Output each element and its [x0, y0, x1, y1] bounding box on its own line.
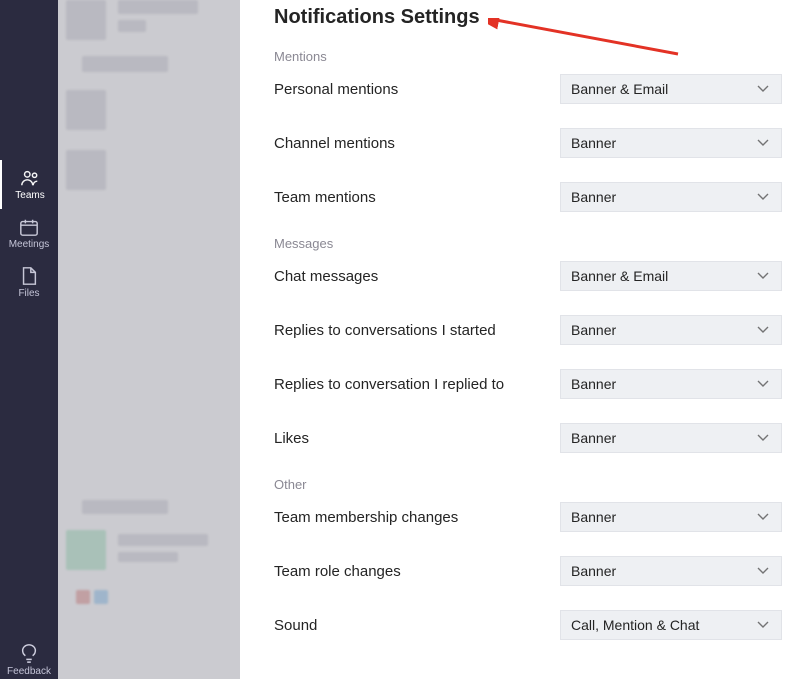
- file-icon: [18, 266, 40, 286]
- setting-label: Likes: [274, 430, 309, 447]
- chevron-down-icon: [755, 616, 771, 635]
- setting-row-sound: Sound Call, Mention & Chat: [274, 610, 782, 640]
- chevron-down-icon: [755, 321, 771, 340]
- setting-label: Chat messages: [274, 268, 378, 285]
- calendar-icon: [18, 217, 40, 237]
- team-role-dropdown[interactable]: Banner: [560, 556, 782, 586]
- setting-label: Team role changes: [274, 563, 401, 580]
- chevron-down-icon: [755, 562, 771, 581]
- replies-replied-dropdown[interactable]: Banner: [560, 369, 782, 399]
- chevron-down-icon: [755, 429, 771, 448]
- personal-mentions-dropdown[interactable]: Banner & Email: [560, 74, 782, 104]
- rail-item-label: Meetings: [9, 239, 50, 250]
- setting-row-team-membership: Team membership changes Banner: [274, 502, 782, 532]
- setting-label: Replies to conversation I replied to: [274, 376, 504, 393]
- conversations-column: [58, 0, 240, 679]
- rail-item-feedback[interactable]: Feedback: [0, 643, 58, 679]
- setting-row-personal-mentions: Personal mentions Banner & Email: [274, 74, 782, 104]
- replies-started-dropdown[interactable]: Banner: [560, 315, 782, 345]
- notifications-settings-panel: Notifications Settings Mentions Personal…: [240, 0, 800, 679]
- section-heading-messages: Messages: [274, 236, 782, 251]
- section-heading-mentions: Mentions: [274, 49, 782, 64]
- chevron-down-icon: [755, 375, 771, 394]
- page-title: Notifications Settings: [274, 6, 782, 29]
- setting-label: Personal mentions: [274, 81, 398, 98]
- setting-row-replies-started: Replies to conversations I started Banne…: [274, 315, 782, 345]
- lightbulb-icon: [18, 643, 40, 666]
- section-heading-other: Other: [274, 477, 782, 492]
- setting-label: Replies to conversations I started: [274, 322, 496, 339]
- dropdown-value: Banner: [571, 135, 616, 151]
- chevron-down-icon: [755, 134, 771, 153]
- rail-item-label: Teams: [15, 190, 44, 201]
- setting-label: Channel mentions: [274, 135, 395, 152]
- dropdown-value: Call, Mention & Chat: [571, 617, 699, 633]
- rail-item-label: Files: [18, 288, 39, 299]
- rail-item-files[interactable]: Files: [0, 258, 58, 307]
- dropdown-value: Banner: [571, 509, 616, 525]
- setting-label: Team membership changes: [274, 509, 458, 526]
- people-icon: [19, 168, 41, 188]
- chevron-down-icon: [755, 80, 771, 99]
- setting-row-likes: Likes Banner: [274, 423, 782, 453]
- setting-row-replies-replied: Replies to conversation I replied to Ban…: [274, 369, 782, 399]
- team-mentions-dropdown[interactable]: Banner: [560, 182, 782, 212]
- sound-dropdown[interactable]: Call, Mention & Chat: [560, 610, 782, 640]
- dropdown-value: Banner: [571, 376, 616, 392]
- setting-label: Team mentions: [274, 189, 376, 206]
- setting-row-channel-mentions: Channel mentions Banner: [274, 128, 782, 158]
- dropdown-value: Banner & Email: [571, 268, 668, 284]
- dropdown-value: Banner: [571, 430, 616, 446]
- setting-row-team-mentions: Team mentions Banner: [274, 182, 782, 212]
- rail-item-meetings[interactable]: Meetings: [0, 209, 58, 258]
- chevron-down-icon: [755, 267, 771, 286]
- rail-item-label: Feedback: [7, 666, 51, 677]
- channel-mentions-dropdown[interactable]: Banner: [560, 128, 782, 158]
- rail-item-teams[interactable]: Teams: [0, 160, 58, 209]
- setting-row-chat-messages: Chat messages Banner & Email: [274, 261, 782, 291]
- setting-label: Sound: [274, 617, 317, 634]
- dropdown-value: Banner: [571, 189, 616, 205]
- dropdown-value: Banner: [571, 322, 616, 338]
- chevron-down-icon: [755, 188, 771, 207]
- chevron-down-icon: [755, 508, 771, 527]
- dropdown-value: Banner & Email: [571, 81, 668, 97]
- likes-dropdown[interactable]: Banner: [560, 423, 782, 453]
- app-rail: Teams Meetings Files Feedback: [0, 0, 58, 679]
- chat-messages-dropdown[interactable]: Banner & Email: [560, 261, 782, 291]
- team-membership-dropdown[interactable]: Banner: [560, 502, 782, 532]
- setting-row-team-role: Team role changes Banner: [274, 556, 782, 586]
- dropdown-value: Banner: [571, 563, 616, 579]
